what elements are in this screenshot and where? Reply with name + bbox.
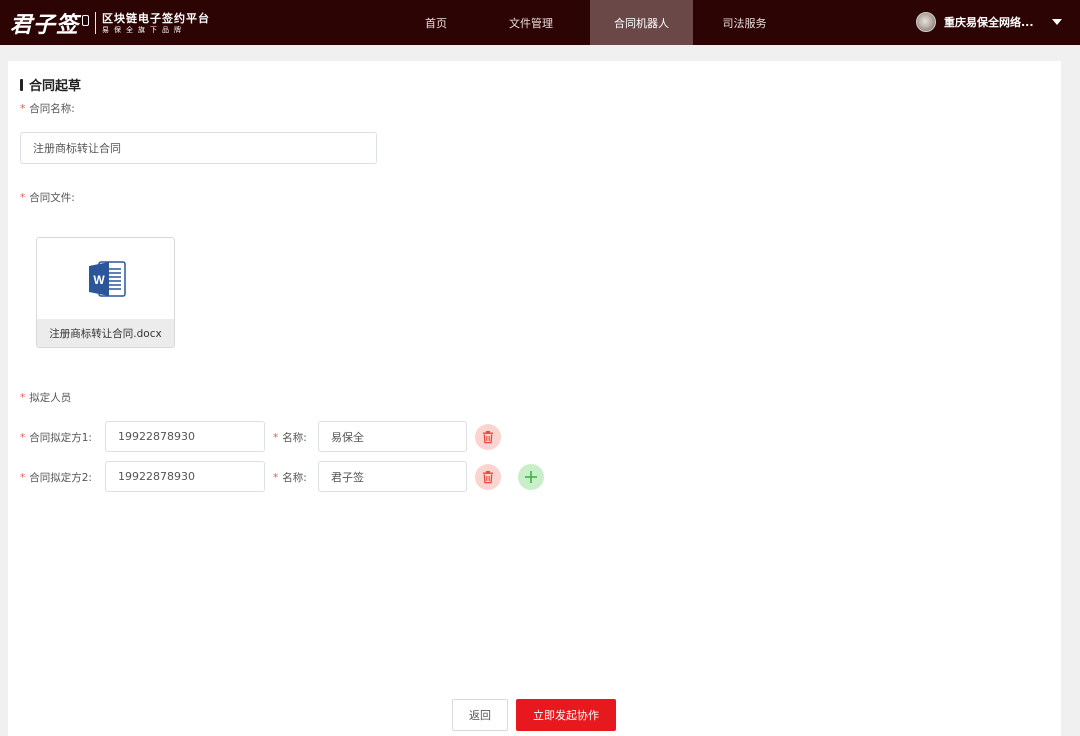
required-mark: * — [273, 471, 279, 484]
logo-tagline: 区块链电子签约平台 易保全旗下品牌 — [102, 12, 210, 35]
party-1-name-label-text: 名称: — [282, 432, 307, 444]
logo-tagline-line1: 区块链电子签约平台 — [102, 11, 211, 25]
contract-name-label-text: 合同名称: — [29, 103, 75, 115]
nav-item-file-management[interactable]: 文件管理 — [472, 0, 590, 45]
party-2-phone-input[interactable]: 19922878930 — [105, 461, 265, 492]
caret-down-icon[interactable] — [1051, 19, 1062, 25]
required-mark: * — [20, 191, 26, 204]
trash-icon — [483, 471, 493, 484]
required-mark: * — [20, 431, 26, 444]
party-1-name-label: * 名称: — [273, 430, 307, 445]
title-accent-bar — [20, 78, 23, 91]
logo-divider — [95, 12, 97, 34]
add-party-button[interactable] — [518, 464, 544, 490]
nav-item-home[interactable]: 首页 — [400, 0, 472, 45]
party-1-name-input[interactable]: 易保全 — [318, 421, 467, 452]
user-name: 重庆易保全网络... — [944, 16, 1034, 29]
user-menu[interactable]: 重庆易保全网络... — [916, 12, 1062, 32]
start-collaboration-button[interactable]: 立即发起协作 — [516, 699, 616, 731]
main-nav: 首页 文件管理 合同机器人 司法服务 — [400, 0, 796, 45]
contract-name-input[interactable]: 注册商标转让合同 — [20, 132, 377, 164]
drafters-label: * 拟定人员 — [20, 390, 71, 405]
party-2-name-label: * 名称: — [273, 470, 307, 485]
contract-file-label: * 合同文件: — [20, 190, 75, 205]
trash-icon — [483, 431, 493, 444]
required-mark: * — [273, 431, 279, 444]
party-2-delete-button[interactable] — [475, 464, 501, 490]
party-1-name-value: 易保全 — [331, 430, 364, 444]
file-name: 注册商标转让合同.docx — [37, 319, 174, 347]
contract-file-label-text: 合同文件: — [29, 192, 75, 204]
plus-icon — [525, 471, 537, 483]
section-title-text: 合同起草 — [29, 79, 82, 94]
top-nav-bar: 君子签 区块链电子签约平台 易保全旗下品牌 首页 文件管理 合同机器人 司法服务… — [0, 0, 1080, 45]
svg-text:W: W — [93, 273, 105, 287]
nav-item-judicial-services[interactable]: 司法服务 — [693, 0, 796, 45]
contract-name-value: 注册商标转让合同 — [33, 142, 121, 155]
party-2-name-label-text: 名称: — [282, 472, 307, 484]
required-mark: * — [20, 471, 26, 484]
logo-tagline-line2: 易保全旗下品牌 — [102, 25, 187, 34]
party-2-label-text: 合同拟定方2: — [29, 472, 92, 484]
required-mark: * — [20, 391, 26, 404]
back-button[interactable]: 返回 — [452, 699, 508, 731]
party-2-name-input[interactable]: 君子签 — [318, 461, 467, 492]
contract-name-label: * 合同名称: — [20, 101, 75, 116]
party-2-phone-value: 19922878930 — [118, 470, 195, 483]
contract-file-card[interactable]: W 注册商标转让合同.docx — [36, 237, 175, 348]
party-2-name-value: 君子签 — [331, 470, 364, 484]
logo-seal-icon — [82, 14, 90, 26]
nav-item-contract-robot[interactable]: 合同机器人 — [590, 0, 693, 45]
party-1-phone-value: 19922878930 — [118, 430, 195, 443]
party-1-phone-input[interactable]: 19922878930 — [105, 421, 265, 452]
party-1-label: * 合同拟定方1: — [20, 430, 92, 445]
word-doc-icon: W — [89, 261, 126, 297]
section-title: 合同起草 — [20, 75, 81, 94]
logo-title: 君子签 — [10, 12, 80, 38]
party-1-label-text: 合同拟定方1: — [29, 432, 92, 444]
brand-logo[interactable]: 君子签 区块链电子签约平台 易保全旗下品牌 — [10, 6, 210, 40]
party-2-label: * 合同拟定方2: — [20, 470, 92, 485]
required-mark: * — [20, 102, 26, 115]
contract-draft-panel: 合同起草 * 合同名称: 注册商标转让合同 * 合同文件: W 注册商标转让合同… — [8, 61, 1061, 736]
avatar — [916, 12, 936, 32]
party-1-delete-button[interactable] — [475, 424, 501, 450]
drafters-label-text: 拟定人员 — [29, 392, 72, 404]
